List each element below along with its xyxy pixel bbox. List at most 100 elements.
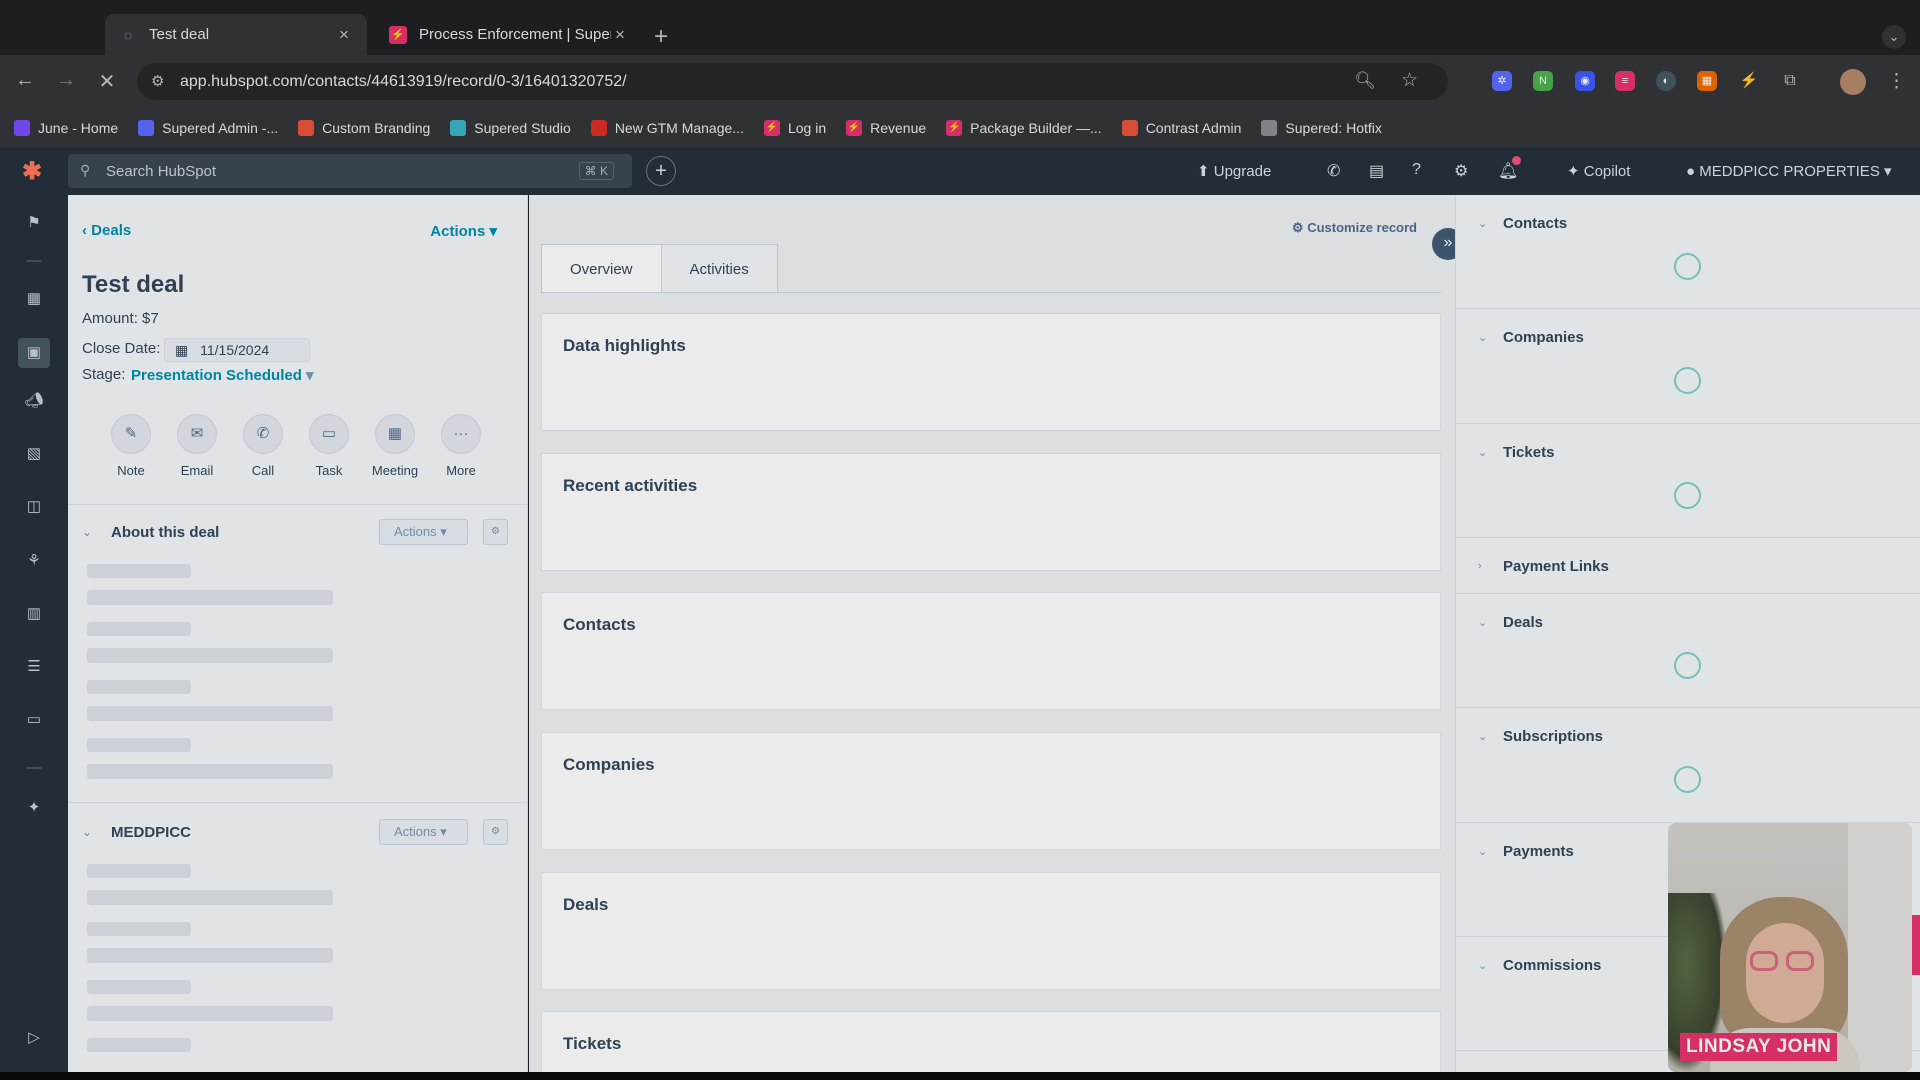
crm-icon[interactable]: ▣ xyxy=(18,338,50,368)
chevron-right-icon[interactable]: › xyxy=(1478,560,1482,572)
chevron-down-icon[interactable]: ⌄ xyxy=(1478,845,1487,858)
more-button[interactable]: ··· More xyxy=(433,414,489,478)
tab-overview[interactable]: Overview xyxy=(541,244,662,293)
more-dots-icon: ··· xyxy=(441,414,481,454)
browser-tab[interactable]: ⚡ Process Enforcement | Super × xyxy=(375,14,643,55)
meddpicc-card-header[interactable]: ⌄ MEDDPICC Actions ▾ ⚙ xyxy=(68,813,528,853)
bookmark-item[interactable]: Custom Branding xyxy=(298,119,430,136)
lightning-icon: ⚡ xyxy=(389,25,407,44)
bookmark-item[interactable]: New GTM Manage... xyxy=(590,119,744,136)
close-tab-icon[interactable]: × xyxy=(335,25,353,45)
lightning-icon: ⚡ xyxy=(846,119,863,136)
stage-dropdown[interactable]: Presentation Scheduled ▾ xyxy=(131,366,314,384)
close-date-field[interactable]: ▦ 11/15/2024 xyxy=(164,338,310,362)
bookmark-item[interactable]: Supered Admin -... xyxy=(138,119,278,136)
url-text[interactable]: app.hubspot.com/contacts/44613919/record… xyxy=(180,73,627,91)
account-menu[interactable]: ● MEDDPICC PROPERTIES ▾ xyxy=(1686,162,1892,180)
chevron-down-icon[interactable]: ⌄ xyxy=(1478,616,1487,629)
companies-association-section[interactable]: ⌄ Companies xyxy=(1456,309,1920,424)
tab-search-button[interactable]: ⌄ xyxy=(1882,25,1906,49)
task-button[interactable]: ▭ Task xyxy=(301,414,357,478)
forward-icon[interactable]: → xyxy=(54,69,78,92)
bookmark-item[interactable]: Supered Studio xyxy=(450,119,571,136)
marketing-icon[interactable]: 📣︎ xyxy=(22,389,46,413)
calling-icon[interactable]: ✆ xyxy=(1327,161,1340,181)
chevron-down-icon[interactable]: ⌄ xyxy=(82,825,92,839)
zoom-icon[interactable]: 🔍︎ xyxy=(1354,71,1376,91)
loading-skeleton xyxy=(87,680,191,694)
search-input[interactable]: ⚲ Search HubSpot ⌘ K xyxy=(68,154,632,188)
lightning-icon[interactable]: ⚡ xyxy=(1739,71,1759,91)
extensions-puzzle-icon[interactable]: ⧉ xyxy=(1780,71,1800,91)
bookmark-item[interactable]: Supered: Hotfix xyxy=(1261,119,1382,136)
contacts-association-section[interactable]: ⌄ Contacts xyxy=(1456,195,1920,309)
payment-links-section[interactable]: › Payment Links xyxy=(1456,538,1920,594)
reporting-icon[interactable]: ▥ xyxy=(22,602,46,626)
upgrade-button[interactable]: ⬆︎ Upgrade xyxy=(1197,162,1271,180)
card-actions-dropdown[interactable]: Actions ▾ xyxy=(379,519,468,545)
extension-icon[interactable]: ◐ xyxy=(1656,71,1676,91)
call-button[interactable]: ✆ Call xyxy=(235,414,291,478)
gear-icon[interactable]: ⚙ xyxy=(483,519,508,545)
create-button[interactable]: + xyxy=(646,156,676,186)
settings-gear-icon[interactable]: ⚙ xyxy=(1454,161,1468,181)
chevron-down-icon[interactable]: ⌄ xyxy=(1478,217,1487,230)
bookmark-icon[interactable]: ⚑ xyxy=(22,211,46,235)
gear-icon[interactable]: ⚙ xyxy=(483,819,508,845)
tab-activities[interactable]: Activities xyxy=(661,244,778,293)
expand-nav-icon[interactable]: ▷ xyxy=(22,1026,46,1050)
extension-icon[interactable]: ▦ xyxy=(1697,71,1717,91)
card-actions-dropdown[interactable]: Actions ▾ xyxy=(379,819,468,845)
browser-menu-icon[interactable]: ⋮ xyxy=(1887,70,1906,93)
bookmark-item[interactable]: Contrast Admin xyxy=(1121,119,1241,136)
profile-avatar[interactable] xyxy=(1840,69,1866,95)
extension-icon[interactable]: ✲ xyxy=(1492,71,1512,91)
extension-new-icon[interactable]: N xyxy=(1533,71,1553,91)
chevron-down-icon[interactable]: ⌄ xyxy=(82,525,92,539)
library-icon[interactable]: ▭ xyxy=(22,708,46,732)
site-info-icon[interactable]: ⚙ xyxy=(151,72,164,90)
close-tab-icon[interactable]: × xyxy=(611,25,629,45)
note-button[interactable]: ✎ Note xyxy=(103,414,159,478)
data-management-icon[interactable]: ☰ xyxy=(22,655,46,679)
webcam-door xyxy=(1848,823,1912,1072)
meeting-button[interactable]: ▦ Meeting xyxy=(367,414,423,478)
content-icon[interactable]: ▧ xyxy=(22,442,46,466)
subscriptions-section[interactable]: ⌄ Subscriptions xyxy=(1456,708,1920,823)
help-icon[interactable]: ? xyxy=(1412,161,1421,179)
chevron-down-icon[interactable]: ⌄ xyxy=(1478,959,1487,972)
record-middle-column: ⚙ Customize record Overview Activities D… xyxy=(529,195,1464,1080)
service-icon[interactable]: ⚘ xyxy=(22,549,46,573)
extension-icon[interactable]: ≡ xyxy=(1615,71,1635,91)
actions-dropdown[interactable]: Actions ▾ xyxy=(430,222,497,240)
bookmark-item[interactable]: June - Home xyxy=(14,119,118,136)
bookmark-star-icon[interactable]: ☆ xyxy=(1401,69,1418,92)
bookmark-item[interactable]: ⚡ Revenue xyxy=(846,119,926,136)
address-bar[interactable]: ⚙ app.hubspot.com/contacts/44613919/reco… xyxy=(137,63,1448,100)
extension-icon[interactable]: ◉ xyxy=(1575,71,1595,91)
back-icon[interactable]: ← xyxy=(13,69,37,92)
sparkle-icon[interactable]: ✦ xyxy=(22,796,46,820)
about-deal-card-header[interactable]: ⌄ About this deal Actions ▾ ⚙ xyxy=(68,513,528,553)
stop-loading-icon[interactable]: ✕ xyxy=(95,69,119,94)
deals-association-section[interactable]: ⌄ Deals xyxy=(1456,594,1920,708)
breadcrumb[interactable]: ‹ Deals xyxy=(82,222,131,239)
bookmark-item[interactable]: ⚡ Log in xyxy=(763,119,826,136)
bookmark-item[interactable]: ⚡ Package Builder —... xyxy=(946,119,1102,136)
marketplace-icon[interactable]: ▤ xyxy=(1369,161,1384,181)
loading-skeleton xyxy=(87,738,191,752)
email-button[interactable]: ✉ Email xyxy=(169,414,225,478)
tickets-association-section[interactable]: ⌄ Tickets xyxy=(1456,424,1920,538)
deal-name[interactable]: Test deal xyxy=(82,271,184,299)
chevron-down-icon[interactable]: ⌄ xyxy=(1478,446,1487,459)
customize-record-link[interactable]: ⚙ Customize record xyxy=(1292,220,1417,236)
copilot-button[interactable]: ✦ Copilot xyxy=(1567,162,1630,180)
hubspot-logo-icon[interactable]: ✱ xyxy=(22,157,42,186)
new-tab-button[interactable]: + xyxy=(654,23,668,51)
chevron-down-icon[interactable]: ⌄ xyxy=(1478,331,1487,344)
sales-icon[interactable]: ◫ xyxy=(22,495,46,519)
section-title: Deals xyxy=(1503,614,1544,631)
chevron-down-icon[interactable]: ⌄ xyxy=(1478,730,1487,743)
browser-tab-active[interactable]: ◌ Test deal × xyxy=(105,14,367,55)
workspaces-icon[interactable]: ▦ xyxy=(22,287,46,311)
